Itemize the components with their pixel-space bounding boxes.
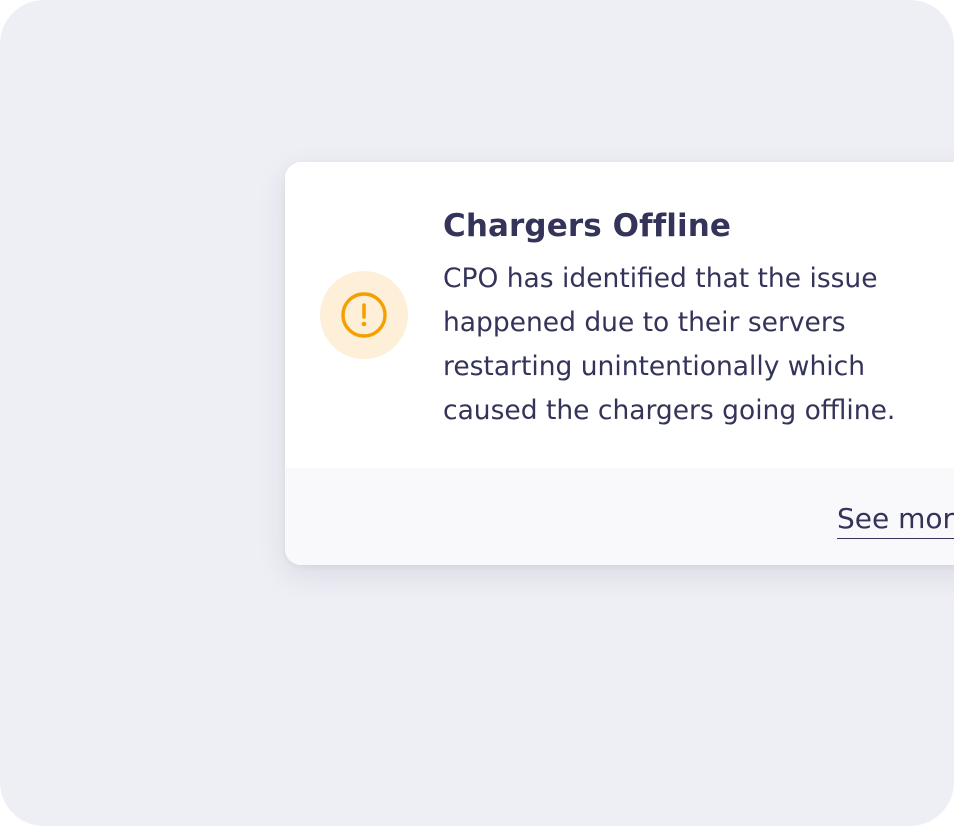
notification-message: CPO has identified that the issue happen… [443, 263, 896, 426]
notification-card: Chargers Offline CPO has identified that… [285, 162, 954, 565]
notification-footer: See more [285, 468, 954, 565]
see-more-link[interactable]: See more [837, 500, 954, 539]
screen-background: Chargers Offline CPO has identified that… [0, 0, 954, 826]
notification-body: Chargers Offline CPO has identified that… [285, 162, 954, 468]
alert-circle-icon [341, 292, 387, 338]
notification-title: Chargers Offline [443, 208, 732, 244]
alert-icon-badge [320, 271, 408, 359]
